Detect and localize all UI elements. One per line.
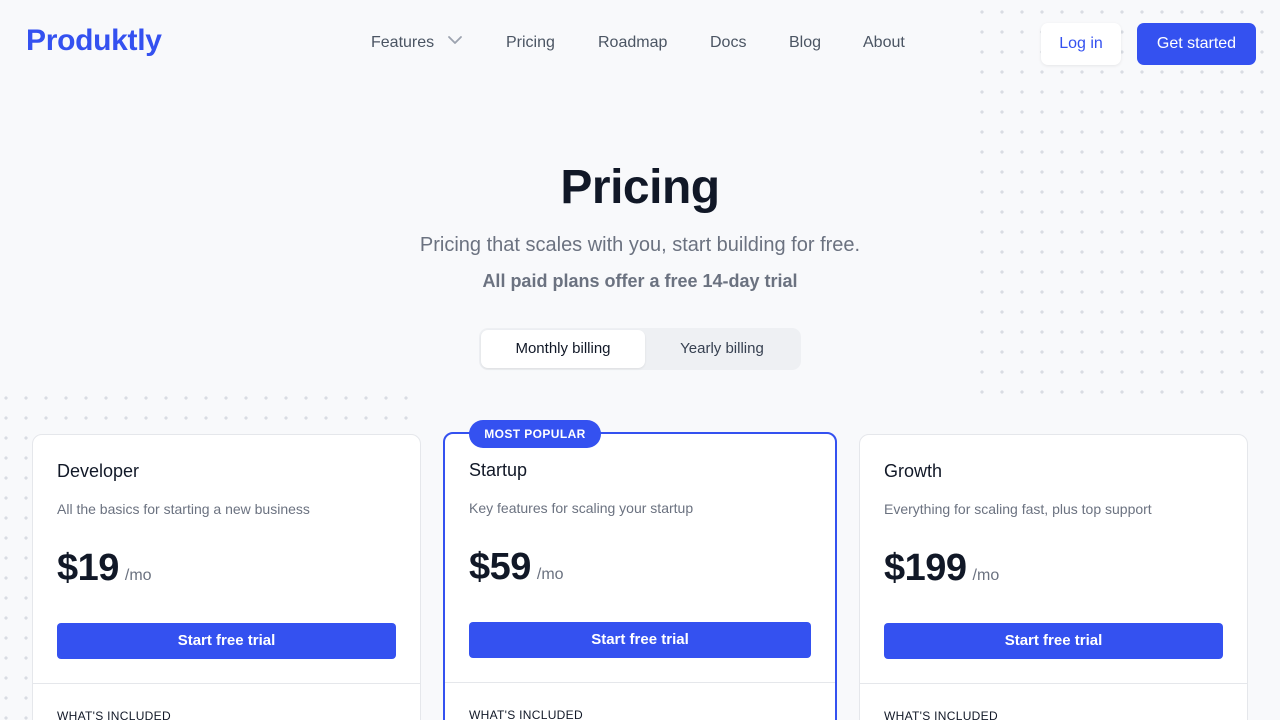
price-amount: $199 bbox=[884, 547, 967, 589]
billing-toggle: Monthly billing Yearly billing bbox=[479, 328, 801, 370]
included-heading: WHAT'S INCLUDED bbox=[884, 709, 998, 720]
divider bbox=[445, 682, 835, 683]
plan-description: Everything for scaling fast, plus top su… bbox=[884, 501, 1152, 517]
nav-link-roadmap[interactable]: Roadmap bbox=[598, 34, 667, 52]
price-unit: /mo bbox=[536, 566, 564, 583]
plan-card-developer: Developer All the basics for starting a … bbox=[32, 434, 421, 720]
nav-link-blog[interactable]: Blog bbox=[789, 34, 821, 52]
start-trial-button[interactable]: Start free trial bbox=[469, 622, 811, 658]
most-popular-badge: MOST POPULAR bbox=[469, 420, 601, 448]
plan-card-growth: Growth Everything for scaling fast, plus… bbox=[859, 434, 1248, 720]
divider bbox=[860, 683, 1247, 684]
plan-price: $199/mo bbox=[884, 547, 999, 590]
plan-price: $19/mo bbox=[57, 547, 152, 590]
included-heading: WHAT'S INCLUDED bbox=[57, 709, 171, 720]
plan-price: $59/mo bbox=[469, 546, 564, 589]
plan-name: Growth bbox=[884, 461, 943, 481]
plan-description: Key features for scaling your startup bbox=[469, 500, 694, 516]
plan-name: Startup bbox=[469, 460, 528, 480]
nav-link-docs[interactable]: Docs bbox=[710, 34, 746, 52]
plan-description: All the basics for starting a new busine… bbox=[57, 501, 310, 517]
start-trial-button[interactable]: Start free trial bbox=[884, 623, 1223, 659]
nav-link-about[interactable]: About bbox=[863, 34, 905, 52]
get-started-button[interactable]: Get started bbox=[1137, 23, 1256, 65]
monthly-billing-option[interactable]: Monthly billing bbox=[481, 330, 645, 368]
price-unit: /mo bbox=[972, 567, 1000, 584]
yearly-billing-option[interactable]: Yearly billing bbox=[645, 330, 799, 368]
price-unit: /mo bbox=[124, 567, 152, 584]
divider bbox=[33, 683, 420, 684]
trial-note: All paid plans offer a free 14-day trial bbox=[482, 271, 798, 291]
nav-link-features[interactable]: Features bbox=[371, 34, 463, 52]
included-heading: WHAT'S INCLUDED bbox=[469, 708, 583, 720]
pricing-page: Produktly Features Pricing Roadmap Docs … bbox=[0, 0, 1280, 720]
top-navigation: Produktly Features Pricing Roadmap Docs … bbox=[0, 0, 1280, 88]
plan-card-startup: Startup Key features for scaling your st… bbox=[443, 432, 837, 720]
chevron-down-icon bbox=[447, 32, 463, 50]
page-subtitle: Pricing that scales with you, start buil… bbox=[419, 234, 861, 256]
nav-link-label: Features bbox=[371, 34, 435, 51]
start-trial-button[interactable]: Start free trial bbox=[57, 623, 396, 659]
login-button[interactable]: Log in bbox=[1041, 23, 1121, 65]
price-amount: $19 bbox=[57, 547, 119, 589]
price-amount: $59 bbox=[469, 546, 531, 588]
plan-name: Developer bbox=[57, 461, 140, 481]
nav-link-pricing[interactable]: Pricing bbox=[506, 34, 555, 52]
page-title: Pricing bbox=[560, 161, 720, 214]
